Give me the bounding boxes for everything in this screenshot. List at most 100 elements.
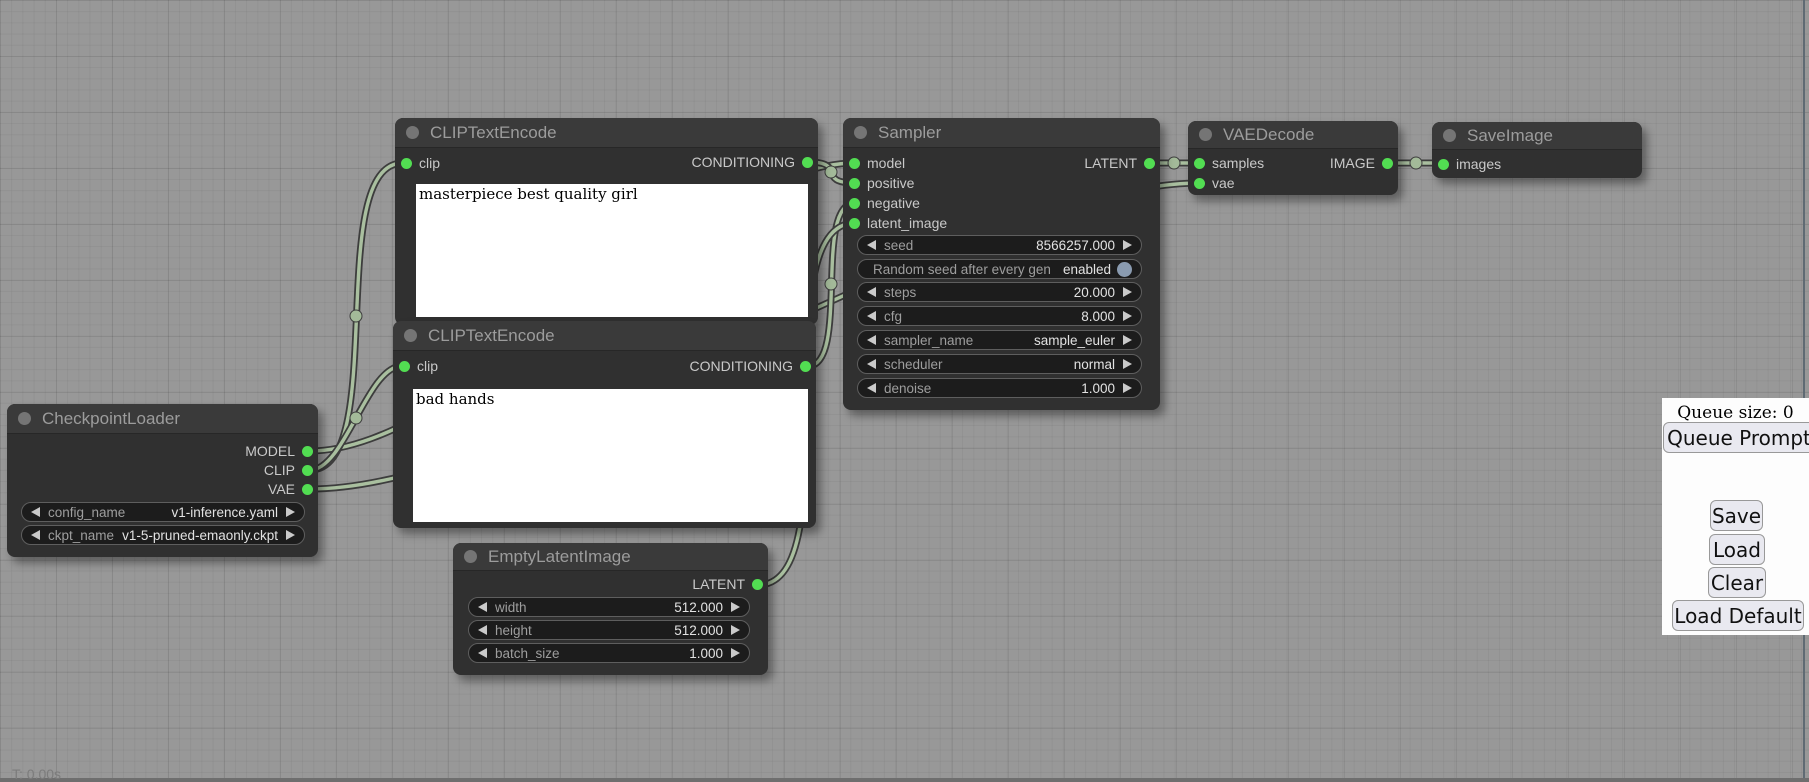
decrement-arrow-icon[interactable] <box>31 530 40 540</box>
increment-arrow-icon[interactable] <box>731 648 740 658</box>
widget-scheduler[interactable]: scheduler normal <box>857 354 1142 374</box>
node-clip-text-encode-positive[interactable]: CLIPTextEncode clip CONDITIONING masterp… <box>395 118 818 325</box>
collapse-dot-icon[interactable] <box>1199 128 1212 141</box>
increment-arrow-icon[interactable] <box>1123 335 1132 345</box>
collapse-dot-icon[interactable] <box>404 329 417 342</box>
prompt-textarea[interactable]: bad hands <box>413 389 808 522</box>
increment-arrow-icon[interactable] <box>1123 311 1132 321</box>
node-title-bar[interactable]: VAEDecode <box>1188 121 1398 149</box>
output-port-clip[interactable]: CLIP <box>264 462 313 478</box>
port-dot-icon[interactable] <box>1194 178 1205 189</box>
output-port-conditioning[interactable]: CONDITIONING <box>692 154 813 170</box>
node-title-bar[interactable]: Sampler <box>843 118 1160 148</box>
output-port-conditioning[interactable]: CONDITIONING <box>690 358 811 374</box>
output-port-latent[interactable]: LATENT <box>692 576 763 592</box>
widget-value[interactable]: v1-inference.yaml <box>171 505 278 520</box>
port-dot-icon[interactable] <box>752 579 763 590</box>
widget-config-name[interactable]: config_name v1-inference.yaml <box>21 502 305 522</box>
decrement-arrow-icon[interactable] <box>867 383 876 393</box>
toggle-dot-icon[interactable] <box>1117 262 1132 277</box>
decrement-arrow-icon[interactable] <box>31 507 40 517</box>
node-empty-latent-image[interactable]: EmptyLatentImage LATENT width 512.000 he… <box>453 543 768 675</box>
widget-value[interactable]: 8566257.000 <box>1036 238 1115 253</box>
widget-value[interactable]: 8.000 <box>1081 309 1115 324</box>
port-dot-icon[interactable] <box>302 446 313 457</box>
port-dot-icon[interactable] <box>1382 158 1393 169</box>
port-dot-icon[interactable] <box>1438 159 1449 170</box>
widget-ckpt-name[interactable]: ckpt_name v1-5-pruned-emaonly.ckpt <box>21 525 305 545</box>
input-port-model[interactable]: model <box>849 155 905 171</box>
input-port-clip[interactable]: clip <box>399 358 438 374</box>
port-dot-icon[interactable] <box>1144 158 1155 169</box>
input-port-samples[interactable]: samples <box>1194 155 1264 171</box>
input-port-positive[interactable]: positive <box>849 175 914 191</box>
decrement-arrow-icon[interactable] <box>867 335 876 345</box>
node-title-bar[interactable]: CLIPTextEncode <box>395 118 818 148</box>
port-dot-icon[interactable] <box>302 484 313 495</box>
widget-value[interactable]: 1.000 <box>1081 381 1115 396</box>
increment-arrow-icon[interactable] <box>731 602 740 612</box>
widget-value[interactable]: 20.000 <box>1074 285 1115 300</box>
port-dot-icon[interactable] <box>399 361 410 372</box>
decrement-arrow-icon[interactable] <box>867 287 876 297</box>
widget-denoise[interactable]: denoise 1.000 <box>857 378 1142 398</box>
decrement-arrow-icon[interactable] <box>478 602 487 612</box>
increment-arrow-icon[interactable] <box>286 507 295 517</box>
collapse-dot-icon[interactable] <box>406 126 419 139</box>
widget-batch-size[interactable]: batch_size 1.000 <box>468 643 750 663</box>
port-dot-icon[interactable] <box>302 465 313 476</box>
increment-arrow-icon[interactable] <box>1123 383 1132 393</box>
port-dot-icon[interactable] <box>849 218 860 229</box>
decrement-arrow-icon[interactable] <box>478 648 487 658</box>
decrement-arrow-icon[interactable] <box>867 359 876 369</box>
output-port-image[interactable]: IMAGE <box>1330 155 1393 171</box>
node-title-bar[interactable]: SaveImage <box>1432 122 1642 150</box>
widget-steps[interactable]: steps 20.000 <box>857 282 1142 302</box>
widget-height[interactable]: height 512.000 <box>468 620 750 640</box>
collapse-dot-icon[interactable] <box>18 412 31 425</box>
load-button[interactable]: Load <box>1709 534 1765 565</box>
widget-value[interactable]: 512.000 <box>674 600 723 615</box>
port-dot-icon[interactable] <box>849 158 860 169</box>
node-title-bar[interactable]: EmptyLatentImage <box>453 543 768 571</box>
port-dot-icon[interactable] <box>802 157 813 168</box>
port-dot-icon[interactable] <box>800 361 811 372</box>
widget-value[interactable]: normal <box>1074 357 1115 372</box>
input-port-latent-image[interactable]: latent_image <box>849 215 947 231</box>
node-checkpoint-loader[interactable]: CheckpointLoader MODEL CLIP VAE config_n… <box>7 404 318 557</box>
decrement-arrow-icon[interactable] <box>867 240 876 250</box>
widget-width[interactable]: width 512.000 <box>468 597 750 617</box>
clear-button[interactable]: Clear <box>1708 567 1766 598</box>
port-dot-icon[interactable] <box>1194 158 1205 169</box>
input-port-images[interactable]: images <box>1438 156 1501 172</box>
widget-cfg[interactable]: cfg 8.000 <box>857 306 1142 326</box>
port-dot-icon[interactable] <box>849 178 860 189</box>
queue-prompt-button[interactable]: Queue Prompt <box>1663 422 1809 453</box>
port-dot-icon[interactable] <box>401 158 412 169</box>
collapse-dot-icon[interactable] <box>464 550 477 563</box>
node-save-image[interactable]: SaveImage images <box>1432 122 1642 178</box>
prompt-textarea[interactable]: masterpiece best quality girl <box>416 184 808 317</box>
widget-value[interactable]: v1-5-pruned-emaonly.ckpt <box>122 528 278 543</box>
widget-value[interactable]: enabled <box>1063 262 1111 277</box>
input-port-negative[interactable]: negative <box>849 195 920 211</box>
node-title-bar[interactable]: CheckpointLoader <box>7 404 318 434</box>
node-clip-text-encode-negative[interactable]: CLIPTextEncode clip CONDITIONING bad han… <box>393 321 816 528</box>
widget-random-seed-toggle[interactable]: Random seed after every gen enabled <box>857 259 1142 279</box>
input-port-vae[interactable]: vae <box>1194 175 1235 191</box>
port-dot-icon[interactable] <box>849 198 860 209</box>
collapse-dot-icon[interactable] <box>854 126 867 139</box>
load-default-button[interactable]: Load Default <box>1672 600 1804 631</box>
increment-arrow-icon[interactable] <box>1123 359 1132 369</box>
widget-seed[interactable]: seed 8566257.000 <box>857 235 1142 255</box>
node-title-bar[interactable]: CLIPTextEncode <box>393 321 816 351</box>
increment-arrow-icon[interactable] <box>286 530 295 540</box>
output-port-latent[interactable]: LATENT <box>1084 155 1155 171</box>
increment-arrow-icon[interactable] <box>731 625 740 635</box>
save-button[interactable]: Save <box>1710 500 1763 531</box>
widget-value[interactable]: 1.000 <box>689 646 723 661</box>
collapse-dot-icon[interactable] <box>1443 129 1456 142</box>
output-port-vae[interactable]: VAE <box>268 481 313 497</box>
node-vae-decode[interactable]: VAEDecode samples vae IMAGE <box>1188 121 1398 195</box>
widget-value[interactable]: sample_euler <box>1034 333 1115 348</box>
